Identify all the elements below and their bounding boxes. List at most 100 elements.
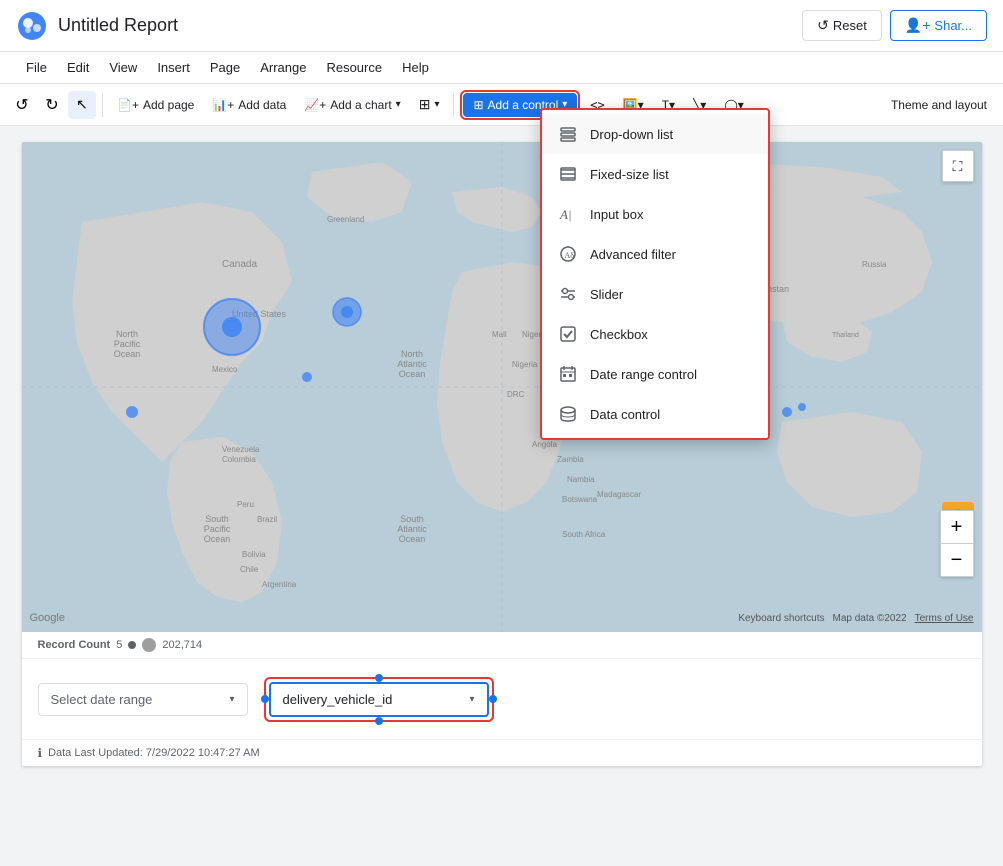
main-content: North Pacific Ocean North Atlantic Ocean… bbox=[0, 126, 1003, 866]
svg-text:Botswana: Botswana bbox=[562, 495, 598, 504]
svg-text:Zambia: Zambia bbox=[557, 455, 584, 464]
menu-item-data-control[interactable]: Data control bbox=[542, 394, 768, 434]
record-count-value: 5 bbox=[116, 639, 122, 651]
svg-text:Peru: Peru bbox=[237, 500, 254, 509]
input-box-label: Input box bbox=[590, 207, 644, 222]
svg-text:North: North bbox=[400, 349, 422, 359]
date-range-menu-label: Date range control bbox=[590, 367, 697, 382]
app-logo bbox=[16, 10, 48, 42]
zoom-out-button[interactable]: − bbox=[941, 544, 973, 576]
theme-layout-label[interactable]: Theme and layout bbox=[883, 93, 995, 117]
map-fullscreen-button[interactable]: ⛶ bbox=[942, 150, 974, 182]
svg-text:Niger: Niger bbox=[522, 330, 541, 339]
svg-text:Nigeria: Nigeria bbox=[512, 360, 538, 369]
add-data-icon: 📊+ bbox=[212, 98, 234, 112]
menu-item-fixed-size-list[interactable]: Fixed-size list bbox=[542, 154, 768, 194]
world-map: North Pacific Ocean North Atlantic Ocean… bbox=[22, 142, 982, 632]
svg-text:Mali: Mali bbox=[492, 330, 507, 339]
map-zoom-controls: + − bbox=[940, 510, 974, 577]
svg-text:DRC: DRC bbox=[507, 390, 525, 399]
svg-text:South Africa: South Africa bbox=[562, 530, 606, 539]
record-count-bar: Record Count 5 202,714 bbox=[22, 632, 982, 659]
input-box-icon: A| bbox=[558, 204, 578, 224]
chart-dropdown-icon: ▾ bbox=[396, 99, 401, 110]
dropdown-list-label: Drop-down list bbox=[590, 127, 673, 142]
date-range-control[interactable]: Select date range ▾ bbox=[38, 683, 248, 716]
add-data-button[interactable]: 📊+ Add data bbox=[204, 93, 294, 117]
bottom-controls: Select date range ▾ delivery_vehicle_id … bbox=[22, 659, 982, 739]
svg-text:Ocean: Ocean bbox=[113, 349, 140, 359]
redo-button[interactable]: ↻ bbox=[38, 91, 66, 119]
footer-text: Data Last Updated: 7/29/2022 10:47:27 AM bbox=[48, 747, 260, 759]
share-button[interactable]: 👤+ Shar... bbox=[890, 10, 987, 41]
layout-toggle-button[interactable]: ⊞ ▾ bbox=[411, 91, 448, 118]
undo-button[interactable]: ↺ bbox=[8, 91, 36, 119]
data-control-icon bbox=[558, 404, 578, 424]
menu-item-input-box[interactable]: A| Input box bbox=[542, 194, 768, 234]
svg-text:Bolivia: Bolivia bbox=[242, 550, 266, 559]
menu-file[interactable]: File bbox=[16, 56, 57, 79]
map-area: North Pacific Ocean North Atlantic Ocean… bbox=[22, 142, 982, 632]
svg-text:South: South bbox=[205, 514, 229, 524]
menu-arrange[interactable]: Arrange bbox=[250, 56, 316, 79]
svg-text:Pacific: Pacific bbox=[113, 339, 140, 349]
advanced-filter-icon: Aδ bbox=[558, 244, 578, 264]
data-control-label: Data control bbox=[590, 407, 660, 422]
date-range-label: Select date range bbox=[51, 692, 153, 707]
menu-insert[interactable]: Insert bbox=[147, 56, 200, 79]
menu-item-slider[interactable]: Slider bbox=[542, 274, 768, 314]
fixed-size-list-icon bbox=[558, 164, 578, 184]
svg-text:North: North bbox=[115, 329, 137, 339]
svg-text:A|: A| bbox=[559, 207, 572, 222]
menu-page[interactable]: Page bbox=[200, 56, 250, 79]
menu-item-date-range[interactable]: Date range control bbox=[542, 354, 768, 394]
menu-resource[interactable]: Resource bbox=[316, 56, 392, 79]
menu-item-checkbox[interactable]: Checkbox bbox=[542, 314, 768, 354]
report-canvas: North Pacific Ocean North Atlantic Ocean… bbox=[22, 142, 982, 766]
menu-item-advanced-filter[interactable]: Aδ Advanced filter bbox=[542, 234, 768, 274]
svg-text:Venezuela: Venezuela bbox=[222, 445, 260, 454]
record-count-label: Record Count bbox=[38, 639, 111, 651]
date-range-icon bbox=[558, 364, 578, 384]
add-page-icon: 📄+ bbox=[117, 98, 139, 112]
reset-button[interactable]: ↺ Reset bbox=[802, 10, 882, 41]
legend-dot-small bbox=[128, 641, 136, 649]
svg-text:Russia: Russia bbox=[862, 260, 887, 269]
footer: ℹ Data Last Updated: 7/29/2022 10:47:27 … bbox=[22, 739, 982, 766]
menu-bar: File Edit View Insert Page Arrange Resou… bbox=[0, 52, 1003, 84]
svg-text:Atlantic: Atlantic bbox=[397, 524, 427, 534]
menu-help[interactable]: Help bbox=[392, 56, 439, 79]
svg-text:Madagascar: Madagascar bbox=[597, 490, 641, 499]
fixed-size-list-label: Fixed-size list bbox=[590, 167, 669, 182]
fullscreen-icon: ⛶ bbox=[953, 158, 963, 175]
menu-view[interactable]: View bbox=[99, 56, 147, 79]
cursor-button[interactable]: ↖ bbox=[68, 91, 96, 119]
toolbar: ↺ ↻ ↖ 📄+ Add page 📊+ Add data 📈+ Add a c… bbox=[0, 84, 1003, 126]
dropdown-input-control[interactable]: delivery_vehicle_id ▾ bbox=[269, 682, 489, 717]
menu-edit[interactable]: Edit bbox=[57, 56, 99, 79]
svg-text:Atlantic: Atlantic bbox=[397, 359, 427, 369]
svg-text:Mexico: Mexico bbox=[212, 365, 238, 374]
svg-text:Colombia: Colombia bbox=[222, 455, 256, 464]
svg-text:Ocean: Ocean bbox=[203, 534, 230, 544]
handle-left-center bbox=[261, 695, 269, 703]
slider-label: Slider bbox=[590, 287, 623, 302]
add-control-dropdown: Drop-down list Fixed-size list A| Input … bbox=[540, 108, 770, 440]
svg-text:Canada: Canada bbox=[222, 259, 257, 270]
add-chart-button[interactable]: 📈+ Add a chart ▾ bbox=[296, 93, 408, 117]
svg-text:Greenland: Greenland bbox=[327, 215, 364, 224]
date-range-arrow: ▾ bbox=[229, 694, 234, 705]
info-icon: ℹ bbox=[38, 746, 43, 760]
advanced-filter-label: Advanced filter bbox=[590, 247, 676, 262]
zoom-in-button[interactable]: + bbox=[941, 511, 973, 543]
legend-dot-large bbox=[142, 638, 156, 652]
add-page-button[interactable]: 📄+ Add page bbox=[109, 93, 202, 117]
menu-item-dropdown-list[interactable]: Drop-down list bbox=[542, 114, 768, 154]
svg-text:Ocean: Ocean bbox=[398, 534, 425, 544]
dropdown-control-wrapper: delivery_vehicle_id ▾ bbox=[264, 677, 494, 722]
checkbox-icon bbox=[558, 324, 578, 344]
svg-text:Brazil: Brazil bbox=[257, 515, 277, 524]
add-control-icon: ⊞ bbox=[473, 98, 483, 112]
handle-right-center bbox=[489, 695, 497, 703]
legend-value: 202,714 bbox=[162, 639, 202, 651]
